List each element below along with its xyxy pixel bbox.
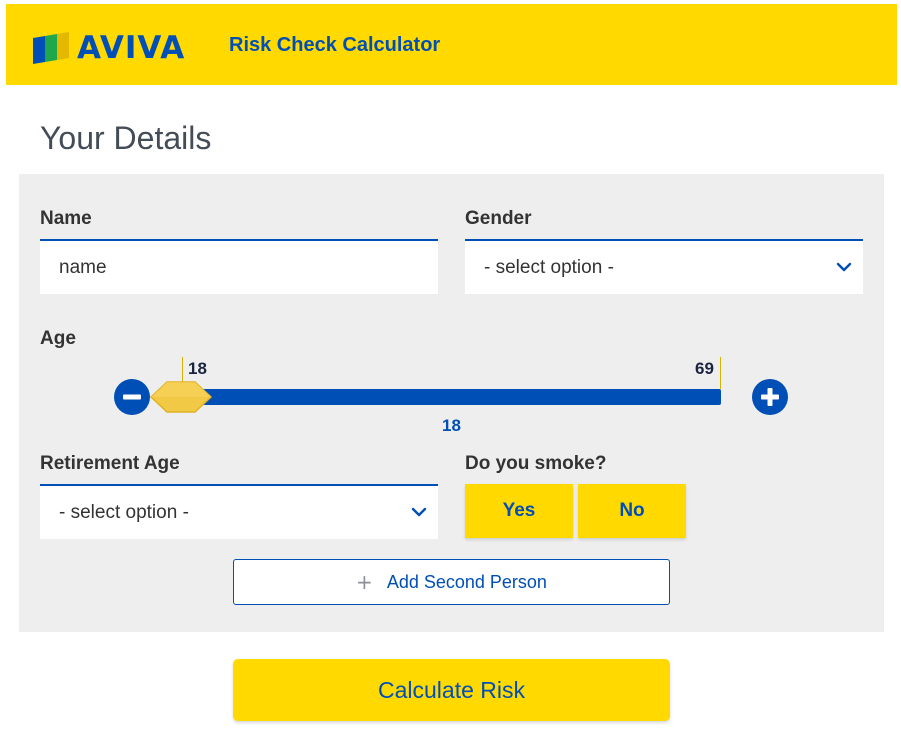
- plus-icon: +: [356, 570, 373, 594]
- age-slider-track[interactable]: [182, 389, 721, 405]
- logo-text: AVIVA: [77, 30, 186, 66]
- smoke-label: Do you smoke?: [465, 453, 607, 474]
- age-slider-value: 18: [442, 416, 461, 435]
- gender-label: Gender: [465, 208, 532, 229]
- aviva-logo[interactable]: AVIVA: [33, 30, 185, 66]
- calculate-risk-button[interactable]: Calculate Risk: [233, 659, 670, 721]
- plus-circle-icon: [761, 388, 779, 406]
- retirement-age-select-value: - select option -: [59, 501, 189, 523]
- add-second-person-button[interactable]: + Add Second Person: [233, 559, 670, 605]
- chevron-down-icon: [836, 262, 852, 272]
- add-second-person-label: Add Second Person: [386, 571, 547, 592]
- gender-select[interactable]: - select option -: [465, 239, 863, 294]
- age-label: Age: [40, 328, 76, 349]
- app-title: Risk Check Calculator: [229, 34, 441, 56]
- aviva-logo-icon: [33, 32, 69, 64]
- max-tick-line: [720, 357, 721, 389]
- minus-circle-icon: [123, 394, 141, 400]
- app-header: AVIVA Risk Check Calculator: [6, 4, 897, 85]
- chevron-down-icon: [411, 507, 427, 517]
- page-title: Your Details: [40, 120, 212, 156]
- smoke-no-button[interactable]: No: [578, 484, 686, 538]
- age-slider-thumb[interactable]: [149, 380, 213, 414]
- age-max-label: 69: [695, 359, 714, 378]
- name-input-value: name: [59, 256, 107, 278]
- age-min-label: 18: [188, 359, 207, 378]
- age-increase-button[interactable]: [752, 379, 788, 415]
- name-label: Name: [40, 208, 92, 229]
- retirement-age-label: Retirement Age: [40, 453, 180, 474]
- name-input[interactable]: name: [40, 239, 438, 294]
- smoke-yes-button[interactable]: Yes: [465, 484, 573, 538]
- gender-select-value: - select option -: [484, 256, 614, 278]
- age-decrease-button[interactable]: [114, 379, 150, 415]
- retirement-age-select[interactable]: - select option -: [40, 484, 438, 539]
